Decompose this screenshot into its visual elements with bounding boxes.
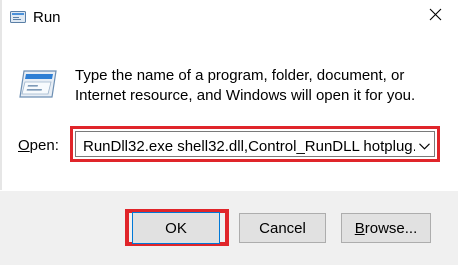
run-dialog: Run Type the name of a program, folder, … (0, 0, 458, 265)
dialog-description: Type the name of a program, folder, docu… (75, 67, 416, 104)
open-field-highlight: RunDll32.exe shell32.dll,Control_RunDLL … (70, 126, 440, 162)
run-dialog-icon (18, 68, 58, 100)
close-icon (429, 8, 442, 26)
cancel-button[interactable]: Cancel (239, 213, 326, 243)
window-title: Run (33, 9, 61, 26)
open-combobox[interactable]: RunDll32.exe shell32.dll,Control_RunDLL … (75, 131, 435, 157)
ok-button[interactable]: OK (132, 212, 220, 244)
open-dropdown-button[interactable] (417, 137, 431, 155)
title-bar[interactable]: Run (0, 0, 458, 34)
close-button[interactable] (412, 0, 458, 34)
open-label: Open: (18, 137, 59, 154)
browse-button[interactable]: Browse... (341, 213, 431, 243)
browse-button-label: rowse... (364, 219, 418, 237)
open-input[interactable]: RunDll32.exe shell32.dll,Control_RunDLL … (83, 138, 415, 155)
open-label-text: pen: (29, 137, 59, 154)
chevron-down-icon (418, 137, 430, 155)
run-app-icon (10, 10, 26, 24)
